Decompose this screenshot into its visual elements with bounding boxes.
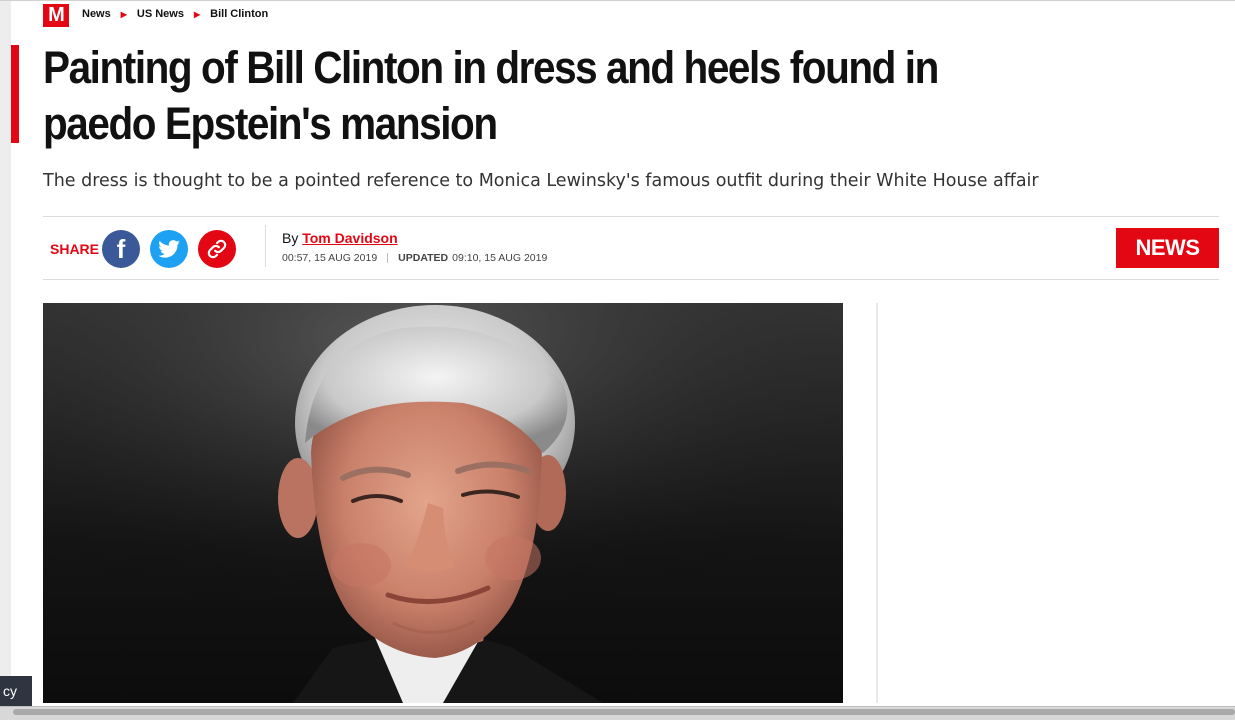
updated-time: 09:10, 15 AUG 2019 — [452, 252, 548, 264]
link-icon — [207, 239, 227, 259]
breadcrumb-bill-clinton[interactable]: Bill Clinton — [210, 8, 268, 20]
breadcrumb-caret-icon: ▶ — [193, 9, 201, 19]
share-label: SHARE — [50, 241, 100, 257]
share-twitter-button[interactable] — [150, 230, 188, 268]
dates-separator — [387, 253, 389, 263]
article-dates: 00:57, 15 AUG 2019 UPDATED 09:10, 15 AUG… — [282, 252, 547, 264]
article-headline: Painting of Bill Clinton in dress and he… — [43, 42, 939, 149]
updated-label: UPDATED — [398, 252, 449, 264]
breadcrumb-caret-icon: ▶ — [120, 9, 127, 19]
article-hero-image — [43, 303, 843, 703]
byline-bottom-rule — [43, 279, 1219, 280]
share-facebook-button[interactable]: f — [102, 230, 140, 268]
published-time: 00:57, 15 AUG 2019 — [282, 252, 378, 264]
page-left-gutter — [0, 0, 11, 719]
mirror-logo[interactable]: M — [43, 4, 69, 27]
byline-divider — [265, 225, 266, 267]
author-link[interactable]: Tom Davidson — [302, 230, 397, 246]
portrait-photo — [43, 303, 843, 703]
facebook-icon: f — [116, 233, 126, 264]
share-link-button[interactable] — [198, 230, 236, 268]
twitter-icon — [158, 240, 180, 258]
privacy-settings-tab[interactable]: cy — [0, 676, 32, 706]
top-border — [0, 0, 1235, 1]
byline: By Tom Davidson — [282, 230, 398, 246]
breadcrumb: News ▶ US News ▶ Bill Clinton — [82, 8, 268, 20]
breadcrumb-us-news[interactable]: US News — [137, 8, 184, 20]
byline-top-rule — [43, 216, 1219, 217]
article-standfirst: The dress is thought to be a pointed ref… — [43, 171, 1039, 191]
sidebar-divider — [876, 303, 878, 703]
section-badge-news[interactable]: NEWS — [1116, 228, 1219, 268]
headline-accent-bar — [11, 45, 19, 143]
byline-prefix: By — [282, 230, 299, 246]
breadcrumb-news[interactable]: News — [82, 8, 111, 20]
horizontal-scrollbar-thumb[interactable] — [13, 709, 1235, 715]
